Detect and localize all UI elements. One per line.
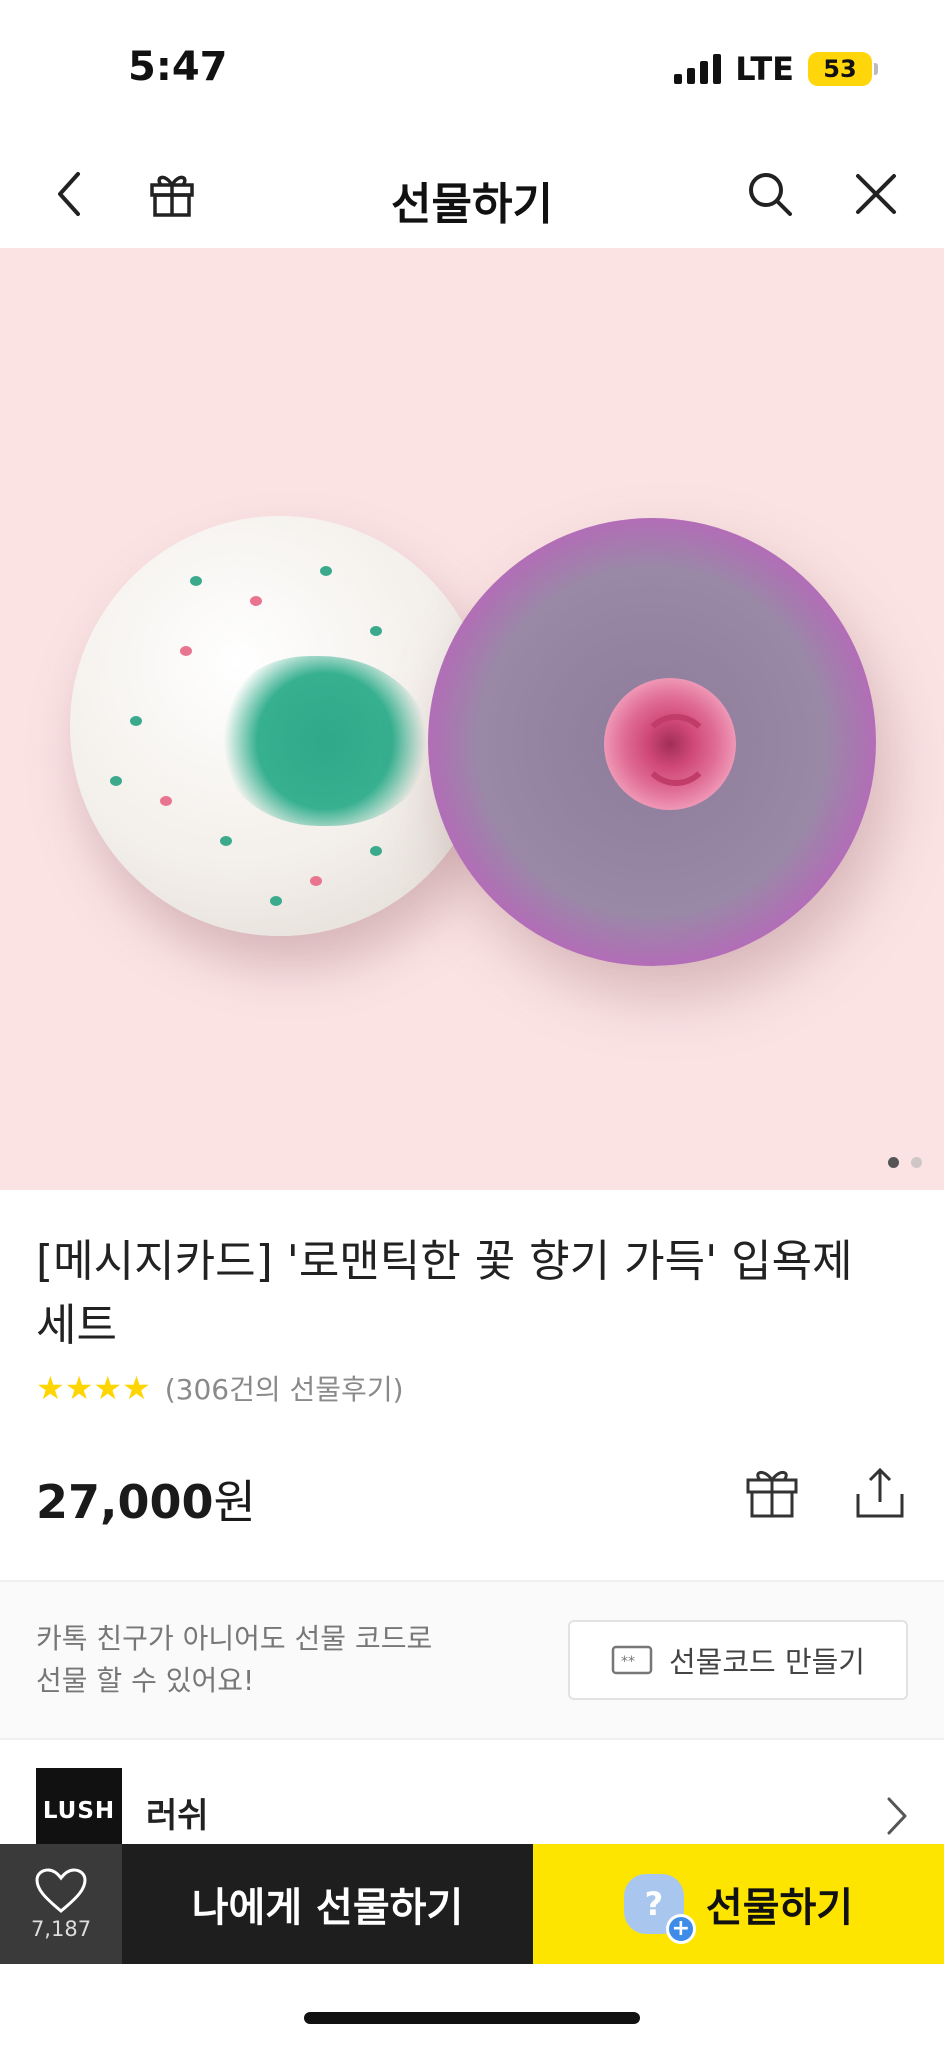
gift-code-text-line1: 카톡 친구가 아니어도 선물 코드로: [36, 1622, 433, 1655]
gift-code-description: 카톡 친구가 아니어도 선물 코드로 선물 할 수 있어요!: [36, 1618, 432, 1702]
gift-button[interactable]: ? + 선물하기: [533, 1844, 944, 1964]
wish-count: 7,187: [30, 1917, 92, 1941]
battery-icon: 53: [808, 52, 878, 86]
price-unit: 원: [213, 1475, 256, 1529]
share-icon[interactable]: [850, 1462, 910, 1522]
gift-button-label: 선물하기: [705, 1885, 854, 1931]
svg-text:**: **: [621, 1654, 635, 1670]
rating-row[interactable]: ★★★★ (306건의 선물후기): [36, 1368, 404, 1408]
gift-badge-icon: ? +: [623, 1874, 696, 1944]
review-count[interactable]: (306건의 선물후기): [165, 1368, 404, 1408]
plus-icon: +: [665, 1914, 696, 1944]
status-indicators: LTE 53: [674, 50, 878, 88]
product-image[interactable]: [0, 248, 944, 1190]
price: 27,000원: [36, 1466, 256, 1532]
signal-icon: [674, 54, 722, 84]
top-nav: 선물하기: [0, 140, 944, 248]
code-ticket-icon: **: [611, 1645, 653, 1675]
bottom-action-bar: 7,187 나에게 선물하기 ? + 선물하기: [0, 1844, 944, 1964]
brand-logo: LUSH: [36, 1768, 122, 1854]
status-time: 5:47: [128, 44, 228, 90]
gift-code-text-line2: 선물 할 수 있어요!: [36, 1664, 255, 1697]
gift-to-self-button[interactable]: 나에게 선물하기: [122, 1844, 533, 1964]
create-gift-code-button[interactable]: ** 선물코드 만들기: [568, 1620, 908, 1700]
carousel-indicator: [888, 1157, 922, 1168]
gift-badge-symbol: ?: [644, 1885, 664, 1923]
brand-row[interactable]: LUSH 러쉬: [0, 1740, 944, 1854]
gift-wrap-icon[interactable]: [742, 1462, 802, 1522]
search-icon[interactable]: [744, 168, 796, 220]
rose-decoration: [604, 678, 736, 810]
home-indicator: [304, 2012, 640, 2024]
chevron-right-icon: [886, 1796, 908, 1840]
brand-name: 러쉬: [146, 1796, 209, 1836]
white-bath-bomb: [70, 516, 490, 936]
close-icon[interactable]: [850, 168, 902, 220]
star-rating-icon: ★★★★: [36, 1369, 151, 1407]
price-number: 27,000: [36, 1475, 214, 1529]
status-bar: 5:47 LTE 53: [0, 0, 944, 140]
heart-icon: [35, 1868, 87, 1913]
product-title: [메시지카드] '로맨틱한 꽃 향기 가득' 입욕제 세트: [36, 1236, 853, 1351]
carousel-dot: [888, 1157, 899, 1168]
network-label: LTE: [735, 50, 794, 88]
create-gift-code-label: 선물코드 만들기: [669, 1645, 865, 1679]
wish-button[interactable]: 7,187: [0, 1844, 122, 1964]
carousel-dot: [911, 1157, 922, 1168]
gift-code-section: 카톡 친구가 아니어도 선물 코드로 선물 할 수 있어요! ** 선물코드 만…: [0, 1582, 944, 1738]
pink-bath-bomb: [428, 518, 876, 966]
page-title: 선물하기: [391, 179, 553, 230]
